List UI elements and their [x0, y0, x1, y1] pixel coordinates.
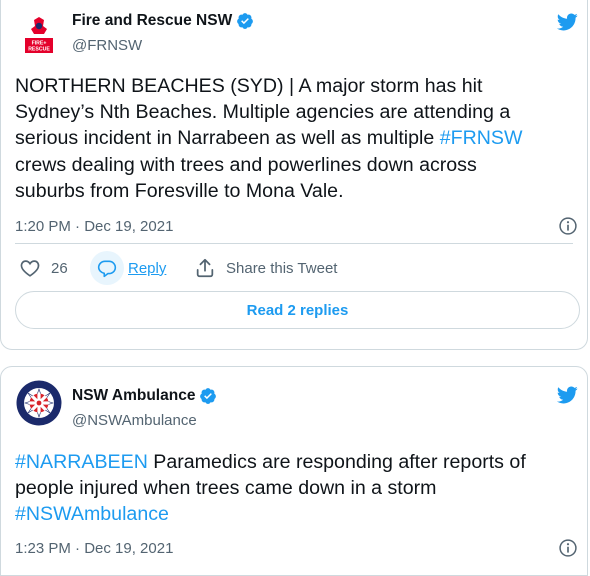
read-replies-label: Read 2 replies — [246, 301, 349, 319]
text-segment: Paramedics are responding after reports … — [147, 451, 526, 473]
tweet-text-line: crews dealing with trees and powerlines … — [15, 152, 522, 178]
text-segment: crews dealing with trees and powerlines … — [15, 153, 477, 176]
author-name[interactable]: NSW Ambulance — [72, 387, 195, 405]
twitter-bird-icon[interactable] — [554, 11, 580, 33]
text-segment: suburbs from Foresville to Mona Vale. — [15, 179, 344, 202]
tweet-text-line: #NSWAmbulance — [15, 501, 526, 527]
share-icon — [196, 258, 214, 278]
svg-text:RESCUE: RESCUE — [28, 47, 50, 53]
hashtag-link[interactable]: #NARRABEEN — [15, 451, 148, 473]
text-segment: Sydney’s Nth Beaches. Multiple agencies … — [15, 101, 511, 124]
tweet-text-line: Sydney’s Nth Beaches. Multiple agencies … — [15, 99, 522, 125]
reply-label[interactable]: Reply — [128, 260, 166, 277]
like-count: 26 — [51, 259, 68, 277]
author-handle[interactable]: @FRNSW — [72, 37, 142, 54]
nsw-ambulance-logo-icon — [15, 379, 63, 427]
tweet-text-line: NORTHERN BEACHES (SYD) | A major storm h… — [15, 73, 522, 99]
avatar-nsw-ambulance[interactable] — [15, 379, 63, 427]
hashtag-link[interactable]: #FRNSW — [440, 127, 523, 149]
author-row[interactable]: Fire and Rescue NSW — [72, 12, 254, 30]
avatar-frnsw[interactable]: FIRE+ RESCUE — [15, 11, 63, 59]
tweet-card-nsw-ambulance[interactable]: NSW Ambulance @NSWAmbulance #NARRABEEN P… — [0, 366, 588, 576]
verified-badge-icon — [200, 388, 217, 404]
twitter-bird-icon[interactable] — [554, 384, 580, 406]
tweet-card-frnsw[interactable]: FIRE+ RESCUE Fire and Rescue NSW @FRNSW … — [0, 0, 588, 350]
text-segment: NORTHERN BEACHES (SYD) | A major storm h… — [15, 75, 483, 97]
author-name[interactable]: Fire and Rescue NSW — [72, 12, 232, 30]
hashtag-link[interactable]: #NSWAmbulance — [15, 503, 169, 525]
text-segment: serious incident in Narrabeen as well as… — [15, 127, 440, 150]
verified-badge-icon — [237, 13, 254, 29]
like-action[interactable]: 26 — [19, 257, 68, 279]
reply-action[interactable]: Reply — [90, 251, 166, 285]
frnsw-logo-icon: FIRE+ RESCUE — [15, 11, 63, 59]
text-segment: people injured when trees came down in a… — [15, 477, 437, 500]
tweet-text: #NARRABEEN Paramedics are responding aft… — [15, 449, 526, 528]
tweet-text: NORTHERN BEACHES (SYD) | A major storm h… — [15, 73, 522, 204]
heart-icon — [20, 260, 40, 277]
author-handle[interactable]: @NSWAmbulance — [72, 412, 197, 429]
divider — [15, 243, 573, 244]
tweet-text-line: suburbs from Foresville to Mona Vale. — [15, 178, 522, 204]
tweet-text-line: serious incident in Narrabeen as well as… — [15, 125, 522, 151]
reply-icon-wrapper[interactable] — [90, 251, 124, 285]
read-replies-button[interactable]: Read 2 replies — [15, 291, 580, 329]
reply-bubble-icon — [97, 260, 117, 278]
author-row[interactable]: NSW Ambulance — [72, 387, 217, 405]
tweet-timestamp[interactable]: 1:20 PM · Dec 19, 2021 — [15, 218, 173, 235]
tweet-text-line: #NARRABEEN Paramedics are responding aft… — [15, 449, 526, 475]
share-label: Share this Tweet — [226, 259, 338, 277]
tweet-timestamp[interactable]: 1:23 PM · Dec 19, 2021 — [15, 540, 173, 557]
tweet-text-line: people injured when trees came down in a… — [15, 475, 526, 501]
share-action[interactable]: Share this Tweet — [194, 257, 337, 279]
info-icon[interactable] — [558, 538, 578, 558]
info-icon[interactable] — [558, 216, 578, 236]
